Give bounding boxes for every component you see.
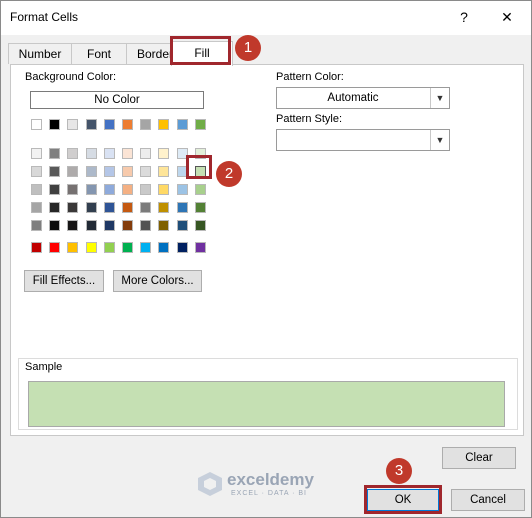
clear-button[interactable]: Clear	[442, 447, 516, 469]
color-swatch[interactable]	[49, 184, 61, 195]
color-swatch[interactable]	[194, 202, 206, 213]
standard-color-swatch[interactable]	[49, 242, 61, 253]
step-badge-3: 3	[386, 458, 412, 484]
color-swatch[interactable]	[140, 202, 152, 213]
standard-color-swatch[interactable]	[31, 242, 42, 253]
color-swatch[interactable]	[140, 184, 152, 195]
color-swatch[interactable]	[140, 220, 152, 231]
color-swatch[interactable]	[49, 202, 61, 213]
color-swatch[interactable]	[31, 119, 42, 130]
watermark-name: exceldemy	[227, 470, 314, 489]
color-swatch[interactable]	[85, 202, 97, 213]
color-swatch[interactable]	[85, 220, 97, 231]
color-swatch[interactable]	[103, 119, 115, 130]
color-swatch[interactable]	[122, 119, 133, 130]
exceldemy-logo-icon	[198, 472, 222, 496]
step-badge-2: 2	[216, 161, 242, 187]
color-swatch[interactable]	[103, 202, 115, 213]
color-swatch[interactable]	[85, 119, 97, 130]
pattern-style-label: Pattern Style:	[276, 113, 343, 125]
color-swatch[interactable]	[31, 166, 42, 177]
color-swatch[interactable]	[103, 148, 115, 159]
color-swatch[interactable]	[31, 148, 42, 159]
color-swatch[interactable]	[158, 148, 170, 159]
color-swatch[interactable]	[140, 148, 152, 159]
color-swatch[interactable]	[31, 184, 42, 195]
standard-color-swatch[interactable]	[85, 242, 97, 253]
color-swatch[interactable]	[49, 119, 61, 130]
fill-effects-button[interactable]: Fill Effects...	[24, 270, 104, 292]
color-swatch[interactable]	[85, 184, 97, 195]
color-swatch[interactable]	[140, 166, 152, 177]
close-button[interactable]: ✕	[497, 7, 517, 27]
background-color-label: Background Color:	[25, 71, 117, 83]
color-swatch[interactable]	[122, 220, 133, 231]
ok-button-highlight	[364, 485, 442, 514]
tab-number[interactable]: Number	[8, 43, 72, 64]
color-swatch[interactable]	[194, 220, 206, 231]
color-swatch[interactable]	[122, 166, 133, 177]
tab-font[interactable]: Font	[71, 43, 127, 64]
color-swatch[interactable]	[176, 220, 188, 231]
standard-color-swatch[interactable]	[103, 242, 115, 253]
color-swatch[interactable]	[194, 184, 206, 195]
selected-swatch-highlight	[186, 155, 212, 179]
color-swatch[interactable]	[103, 166, 115, 177]
color-swatch[interactable]	[122, 184, 133, 195]
color-swatch[interactable]	[176, 184, 188, 195]
color-swatch[interactable]	[67, 184, 79, 195]
window-title: Format Cells	[10, 10, 79, 24]
color-swatch[interactable]	[49, 148, 61, 159]
color-swatch[interactable]	[67, 148, 79, 159]
color-swatch[interactable]	[49, 220, 61, 231]
title-bar: Format Cells ? ✕	[1, 1, 531, 35]
color-swatch[interactable]	[194, 119, 206, 130]
cancel-button[interactable]: Cancel	[451, 489, 525, 511]
color-swatch[interactable]	[49, 166, 61, 177]
color-swatch[interactable]	[103, 184, 115, 195]
pattern-color-value: Automatic	[327, 92, 379, 104]
standard-color-swatch[interactable]	[140, 242, 152, 253]
color-swatch[interactable]	[103, 220, 115, 231]
pattern-style-select[interactable]: ▼	[276, 129, 450, 151]
watermark-tagline: EXCEL · DATA · BI	[231, 490, 307, 497]
color-swatch[interactable]	[85, 166, 97, 177]
standard-color-swatch[interactable]	[194, 242, 206, 253]
color-swatch[interactable]	[158, 184, 170, 195]
sample-preview	[28, 381, 505, 427]
standard-color-swatch[interactable]	[176, 242, 188, 253]
more-colors-button[interactable]: More Colors...	[113, 270, 202, 292]
standard-color-swatch[interactable]	[158, 242, 170, 253]
color-swatch[interactable]	[67, 119, 79, 130]
step-badge-1: 1	[235, 35, 261, 61]
fill-tab-highlight	[170, 36, 231, 65]
help-button[interactable]: ?	[454, 7, 474, 27]
pattern-color-select[interactable]: Automatic ▼	[276, 87, 450, 109]
no-color-button[interactable]: No Color	[30, 91, 204, 109]
color-swatch[interactable]	[67, 166, 79, 177]
color-swatch[interactable]	[176, 119, 188, 130]
color-swatch[interactable]	[140, 119, 152, 130]
color-swatch[interactable]	[31, 202, 42, 213]
color-swatch[interactable]	[176, 202, 188, 213]
color-swatch[interactable]	[158, 202, 170, 213]
pattern-color-label: Pattern Color:	[276, 71, 344, 83]
chevron-down-icon: ▼	[430, 88, 449, 108]
color-swatch[interactable]	[122, 202, 133, 213]
color-swatch[interactable]	[67, 202, 79, 213]
standard-color-swatch[interactable]	[122, 242, 133, 253]
format-cells-dialog: Format Cells ? ✕ Number Font Border Fill…	[0, 0, 532, 518]
sample-label: Sample	[23, 361, 65, 373]
color-swatch[interactable]	[158, 220, 170, 231]
color-swatch[interactable]	[158, 166, 170, 177]
chevron-down-icon: ▼	[430, 130, 449, 150]
color-swatch[interactable]	[158, 119, 170, 130]
color-swatch[interactable]	[85, 148, 97, 159]
color-swatch[interactable]	[67, 220, 79, 231]
color-swatch[interactable]	[122, 148, 133, 159]
standard-color-swatch[interactable]	[67, 242, 79, 253]
color-swatch[interactable]	[31, 220, 42, 231]
